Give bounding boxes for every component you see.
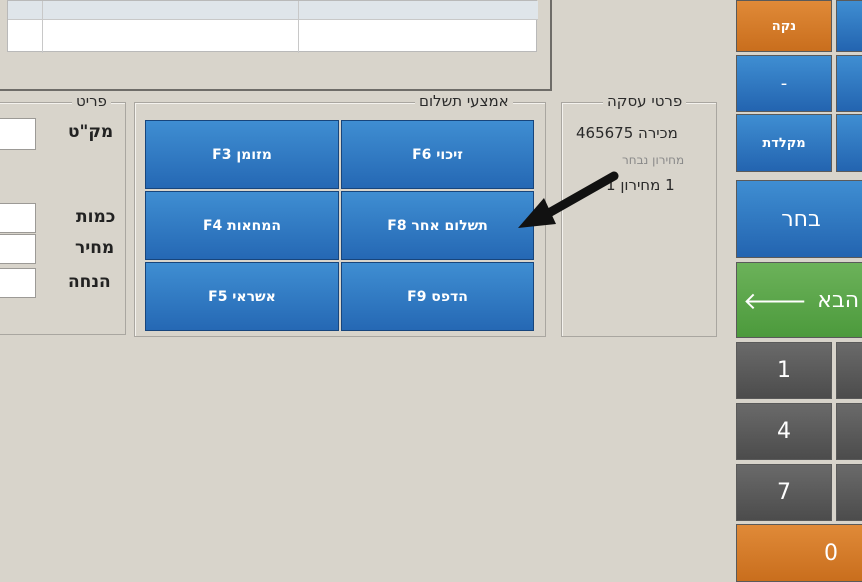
grid-header-band xyxy=(8,1,538,19)
minus-button[interactable]: - xyxy=(736,55,832,112)
catalog-input[interactable] xyxy=(0,118,36,150)
catalog-label: מק"ט xyxy=(68,122,114,142)
keypad-button-partial[interactable] xyxy=(836,403,862,460)
clear-button[interactable]: נקה xyxy=(736,0,832,52)
transaction-grid[interactable] xyxy=(7,0,538,53)
transaction-grid-frame xyxy=(0,0,552,91)
payment-group-legend: אמצעי תשלום xyxy=(415,92,513,110)
credit-f6-button[interactable]: זיכוי F6 xyxy=(341,120,534,189)
quantity-label: כמות xyxy=(76,207,116,227)
keypad-button-partial[interactable] xyxy=(836,114,862,172)
next-label: הבא xyxy=(817,287,860,313)
other-payment-f8-button[interactable]: תשלום אחר F8 xyxy=(341,191,534,260)
keyboard-button[interactable]: מקלדת xyxy=(736,114,832,172)
digit-1-button[interactable]: 1 xyxy=(736,342,832,399)
digit-4-button[interactable]: 4 xyxy=(736,403,832,460)
discount-label: הנחה xyxy=(68,272,111,292)
digit-7-button[interactable]: 7 xyxy=(736,464,832,521)
select-button[interactable]: בחר xyxy=(736,180,862,258)
keypad-button-partial[interactable] xyxy=(836,464,862,521)
keypad-button-partial[interactable] xyxy=(836,55,862,112)
quantity-input[interactable] xyxy=(0,203,36,233)
grid-divider xyxy=(42,1,43,53)
grid-divider xyxy=(298,1,299,53)
next-button[interactable]: הבא 🡐 xyxy=(736,262,862,338)
sale-number: מכירה 465675 xyxy=(576,124,678,142)
item-group-legend: פריט xyxy=(72,92,111,110)
credit-card-f5-button[interactable]: אשראי F5 xyxy=(145,262,339,331)
arrow-pointer-icon xyxy=(518,171,619,228)
table-row[interactable] xyxy=(8,19,538,52)
cash-f3-button[interactable]: מזומן F3 xyxy=(145,120,339,189)
keypad-button-partial[interactable] xyxy=(836,0,862,52)
digit-0-button[interactable]: 0 xyxy=(736,524,862,582)
checks-f4-button[interactable]: המחאות F4 xyxy=(145,191,339,260)
pricelist-hint: מחירון נבחר xyxy=(622,153,685,167)
transaction-group-legend: פרטי עסקה xyxy=(603,92,687,110)
price-input[interactable] xyxy=(0,234,36,264)
discount-input[interactable] xyxy=(0,268,36,298)
digit-0-label: 0 xyxy=(824,540,838,566)
price-label: מחיר xyxy=(75,238,115,258)
print-f9-button[interactable]: הדפס F9 xyxy=(341,262,534,331)
arrow-left-icon: 🡐 xyxy=(742,286,808,315)
keypad-button-partial[interactable] xyxy=(836,342,862,399)
